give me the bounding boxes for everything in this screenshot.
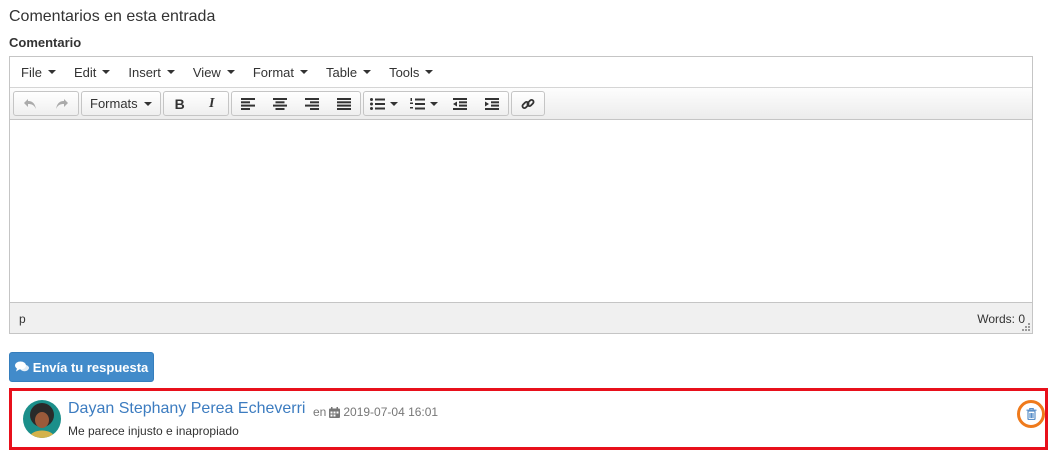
submit-reply-button[interactable]: Envía tu respuesta <box>9 352 154 382</box>
menu-tools-label: Tools <box>389 64 420 80</box>
resize-handle-icon[interactable] <box>1022 323 1030 331</box>
numbered-list-icon <box>409 97 425 109</box>
caret-icon <box>226 70 235 74</box>
caret-icon <box>47 70 56 74</box>
history-group <box>13 91 79 116</box>
insert-link-button[interactable] <box>512 92 544 115</box>
menu-table-label: Table <box>326 64 358 80</box>
align-center-button[interactable] <box>264 92 296 115</box>
caret-icon <box>143 101 152 106</box>
menu-file-label: File <box>21 64 42 80</box>
align-right-icon <box>304 97 319 110</box>
caret-icon <box>363 70 372 74</box>
section-title: Comentarios en esta entrada <box>9 8 216 25</box>
justify-button[interactable] <box>328 92 360 115</box>
submit-reply-label: Envía tu respuesta <box>32 359 149 375</box>
comment-preposition: en <box>313 405 327 419</box>
align-group <box>230 91 361 116</box>
avatar <box>23 400 61 438</box>
redo-icon <box>56 98 68 109</box>
editor-statusbar: p Words: 0 <box>10 302 1032 333</box>
indent-icon <box>484 97 499 110</box>
caret-icon <box>429 101 438 106</box>
align-left-icon <box>240 97 255 110</box>
menu-edit-label: Edit <box>73 64 97 80</box>
trash-icon <box>1026 408 1036 420</box>
menu-file[interactable]: File <box>12 65 65 80</box>
link-group <box>510 91 545 116</box>
caret-icon <box>389 101 398 106</box>
bold-button[interactable]: B <box>164 92 196 115</box>
formats-label: Formats <box>90 96 138 111</box>
list-group <box>362 91 509 116</box>
menu-view-label: View <box>192 64 221 80</box>
editor-toolbar: Formats B I <box>10 87 1032 120</box>
menu-format-label: Format <box>252 64 294 80</box>
comment-field-label: Comentario <box>9 35 82 50</box>
caret-icon <box>166 70 175 74</box>
menu-edit[interactable]: Edit <box>65 65 119 80</box>
caret-icon <box>425 70 434 74</box>
redo-button[interactable] <box>46 92 78 115</box>
outdent-icon <box>452 97 467 110</box>
indent-button[interactable] <box>476 92 508 115</box>
editor-content-area[interactable] <box>10 120 1032 302</box>
bullet-list-icon <box>369 97 385 110</box>
word-count: Words: 0 <box>977 312 1025 326</box>
comment-text: Me parece injusto e inapropiado <box>68 424 239 438</box>
calendar-icon <box>329 406 341 418</box>
caret-icon <box>300 70 308 74</box>
menu-table[interactable]: Table <box>317 65 380 80</box>
link-icon <box>521 98 535 109</box>
editor-menubar: File Edit Insert View Format Table Tools <box>10 57 1032 87</box>
comment-datetime: 2019-07-04 16:01 <box>343 405 439 419</box>
style-group: B I <box>162 91 229 116</box>
align-left-button[interactable] <box>232 92 264 115</box>
italic-button[interactable]: I <box>196 92 228 115</box>
undo-icon <box>24 98 36 109</box>
menu-view[interactable]: View <box>184 65 244 80</box>
comment-meta: en 2019-07-04 16:01 <box>313 405 438 419</box>
bullet-list-button[interactable] <box>364 92 404 115</box>
menu-tools[interactable]: Tools <box>380 65 442 80</box>
comment-author-link[interactable]: Dayan Stephany Perea Echeverri <box>68 400 305 418</box>
outdent-button[interactable] <box>444 92 476 115</box>
comments-icon <box>14 361 29 372</box>
align-right-button[interactable] <box>296 92 328 115</box>
menu-insert-label: Insert <box>128 64 161 80</box>
comment-item: Dayan Stephany Perea Echeverri en 2019-0… <box>9 388 1048 450</box>
justify-icon <box>336 97 351 110</box>
formats-group: Formats <box>81 91 161 116</box>
undo-button[interactable] <box>14 92 46 115</box>
caret-icon <box>102 70 111 74</box>
element-path[interactable]: p <box>19 312 26 326</box>
numbered-list-button[interactable] <box>404 92 444 115</box>
formats-dropdown[interactable]: Formats <box>82 92 160 115</box>
menu-insert[interactable]: Insert <box>119 65 184 80</box>
rich-text-editor: File Edit Insert View Format Table Tools… <box>9 56 1033 334</box>
delete-comment-button[interactable] <box>1017 400 1045 428</box>
menu-format[interactable]: Format <box>244 65 317 80</box>
align-center-icon <box>272 97 287 110</box>
